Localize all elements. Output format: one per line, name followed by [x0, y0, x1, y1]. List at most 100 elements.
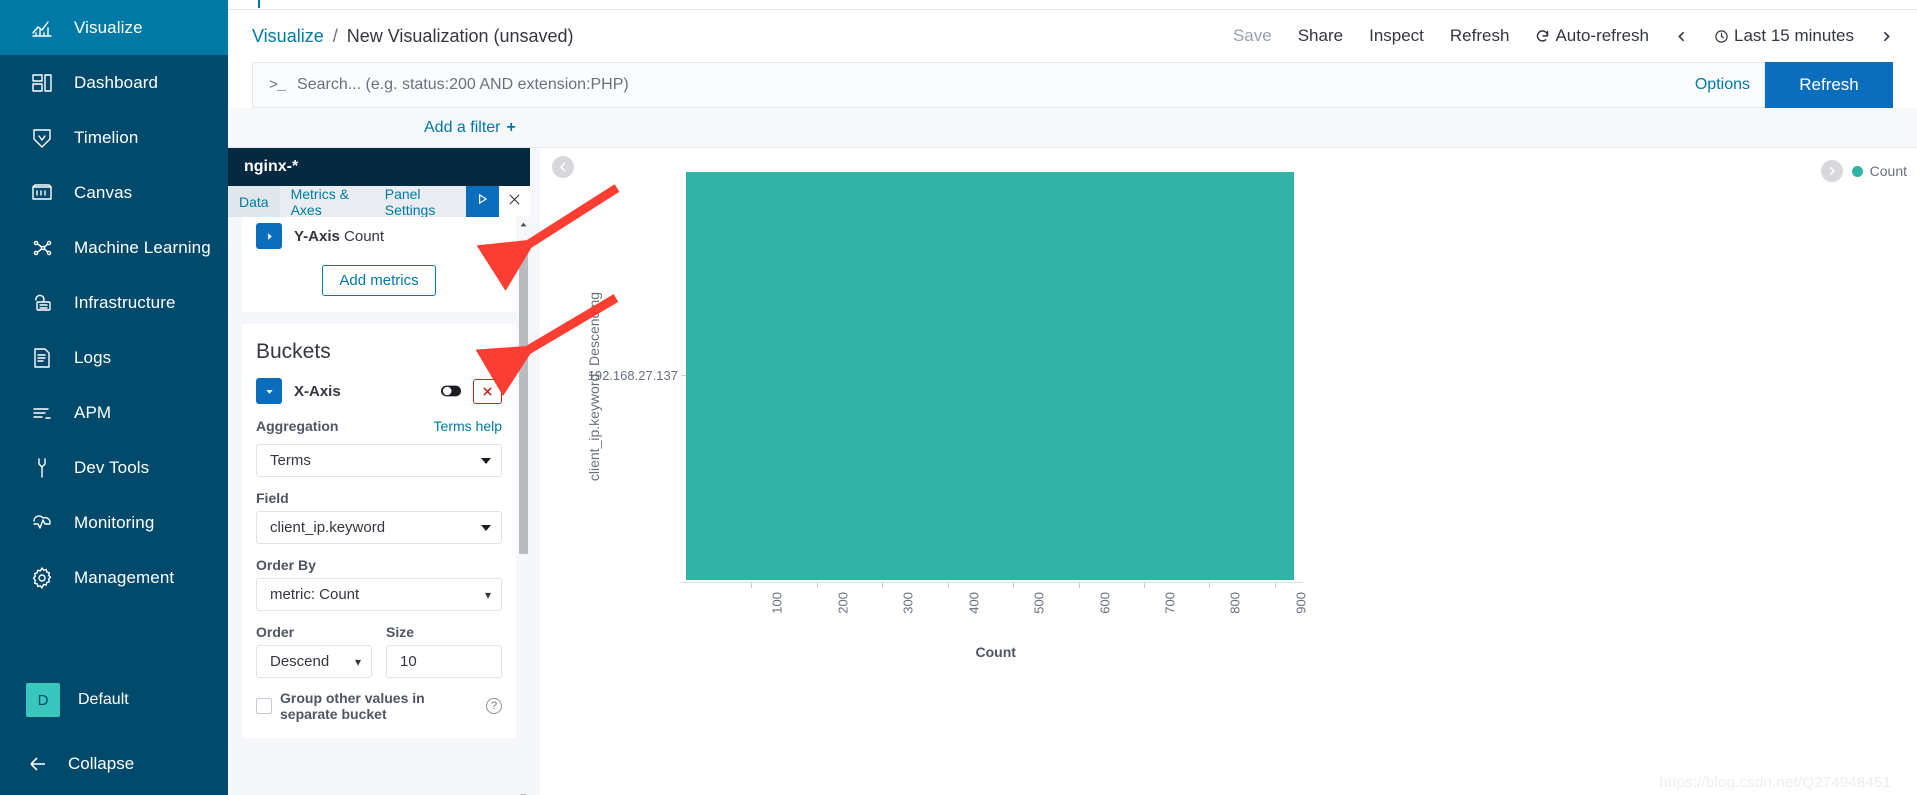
y-axis-value: Count: [344, 227, 385, 245]
circle-chevron-right-icon[interactable]: [1820, 160, 1843, 182]
chevron-down-icon: ▾: [484, 587, 491, 602]
options-button[interactable]: Options: [1685, 76, 1750, 94]
share-button[interactable]: Share: [1298, 26, 1343, 46]
search-input[interactable]: [297, 76, 1673, 94]
sidebar-item-apm[interactable]: APM: [0, 385, 228, 440]
x-axis-title: Count: [975, 644, 1016, 660]
breadcrumb-root[interactable]: Visualize: [252, 26, 324, 47]
legend-color-swatch: [1851, 165, 1863, 177]
caret-down-icon[interactable]: [516, 789, 530, 795]
apm-icon: [30, 401, 54, 425]
watermark: https://blog.csdn.net/Q274948451: [1659, 774, 1891, 791]
time-next-button[interactable]: [1880, 28, 1893, 45]
query-bar: >_ Options Refresh: [228, 62, 1917, 108]
terms-help-link[interactable]: Terms help: [434, 418, 502, 434]
sidebar-item-monitoring[interactable]: Monitoring: [0, 495, 228, 550]
apply-changes-button[interactable]: [466, 186, 499, 217]
top-strip: [228, 0, 1917, 10]
time-prev-button[interactable]: [1675, 28, 1688, 45]
sidebar-item-label: Dashboard: [74, 72, 159, 92]
sidebar-collapse-button[interactable]: Collapse: [0, 733, 228, 795]
visualization-panel: Count client_ip.keyword: Descending 192.…: [540, 148, 1917, 795]
sidebar-item-machine-learning[interactable]: Machine Learning: [0, 220, 228, 275]
editor-tabs: Data Metrics & Axes Panel Settings: [228, 186, 530, 218]
field-select[interactable]: client_ip.keyword: [256, 511, 502, 544]
group-other-row: Group other values in separate bucket ?: [256, 690, 502, 722]
field-label: Field: [256, 490, 289, 506]
x-axis-label: X-Axis: [294, 382, 341, 400]
caret-right-icon[interactable]: [256, 223, 282, 249]
sidebar-item-dev-tools[interactable]: Dev Tools: [0, 440, 228, 495]
buckets-title: Buckets: [256, 340, 331, 363]
save-button[interactable]: Save: [1233, 26, 1272, 46]
circle-chevron-left-icon[interactable]: [552, 156, 574, 178]
sidebar-item-timelion[interactable]: Timelion: [0, 110, 228, 165]
sidebar-item-canvas[interactable]: Canvas: [0, 165, 228, 220]
x-axis-bucket-header: X-Axis: [256, 378, 502, 404]
sidebar-collapse-label: Collapse: [68, 754, 135, 773]
x-tick-mark: [751, 582, 753, 588]
time-range-label: Last 15 minutes: [1733, 26, 1854, 45]
size-input[interactable]: 10: [386, 645, 502, 678]
auto-refresh-label: Auto-refresh: [1555, 26, 1649, 45]
order-label: Order: [256, 624, 295, 640]
legend-item-count[interactable]: Count: [1851, 163, 1907, 179]
y-axis-agg-row[interactable]: Y-Axis Count: [256, 223, 502, 249]
aggregation-label-row: Aggregation Terms help: [256, 418, 502, 439]
chevron-down-icon: [481, 524, 491, 531]
caret-down-icon[interactable]: [256, 378, 282, 404]
split-resize-handle[interactable]: [530, 148, 540, 795]
sidebar-item-logs[interactable]: Logs: [0, 330, 228, 385]
play-icon: [475, 192, 489, 211]
inspect-button[interactable]: Inspect: [1369, 26, 1424, 46]
toggle-icon[interactable]: [441, 384, 461, 398]
submit-refresh-button[interactable]: Refresh: [1765, 62, 1893, 108]
add-metrics-button[interactable]: Add metrics: [322, 265, 436, 296]
y-axis-agg-label: Y-Axis Count: [294, 228, 384, 245]
prompt-icon: >_: [269, 76, 286, 94]
x-tick-label: 600: [1097, 592, 1113, 614]
aggregation-select[interactable]: Terms: [256, 444, 502, 477]
bar-0[interactable]: [686, 172, 1295, 580]
sidebar-item-infrastructure[interactable]: Infrastructure: [0, 275, 228, 330]
x-tick-label: 400: [966, 592, 982, 614]
order-select[interactable]: Descend ▾: [256, 645, 372, 678]
sidebar-item-management[interactable]: Management: [0, 550, 228, 605]
main-area: Visualize / New Visualization (unsaved) …: [228, 0, 1917, 795]
x-tick-mark: [1209, 582, 1211, 588]
close-editor-button[interactable]: [498, 186, 530, 217]
order-value: Descend: [270, 653, 330, 670]
time-range-picker[interactable]: Last 15 minutes: [1714, 26, 1854, 46]
canvas-icon: [30, 181, 54, 205]
plus-icon: +: [506, 118, 516, 136]
buckets-card: Buckets X-Axis Aggregation Terms help Te…: [242, 324, 516, 738]
editor-scrollbar-thumb[interactable]: [519, 251, 528, 554]
sidebar-item-label: Canvas: [74, 182, 133, 202]
x-tick-label: 300: [900, 592, 916, 614]
remove-x-icon[interactable]: [473, 378, 502, 404]
x-tick-label: 800: [1228, 592, 1244, 614]
group-other-checkbox[interactable]: [256, 698, 272, 714]
tab-panel-settings[interactable]: Panel Settings: [374, 186, 466, 218]
editor-scrollbar[interactable]: [516, 217, 530, 795]
auto-refresh-button[interactable]: Auto-refresh: [1535, 26, 1649, 46]
refresh-button[interactable]: Refresh: [1450, 26, 1510, 46]
sidebar-item-visualize[interactable]: Visualize: [0, 0, 228, 55]
add-filter-button[interactable]: Add a filter +: [424, 119, 516, 137]
sidebar-item-label: Management: [74, 567, 175, 587]
tab-metrics-axes[interactable]: Metrics & Axes: [280, 186, 374, 218]
space-selector[interactable]: D Default: [0, 667, 228, 733]
x-tick-label: 700: [1162, 592, 1178, 614]
order-by-select[interactable]: metric: Count ▾: [256, 578, 502, 611]
arrow-left-icon: [26, 752, 50, 776]
space-label: Default: [78, 691, 129, 708]
management-icon: [30, 566, 54, 590]
sidebar-item-label: Monitoring: [74, 512, 155, 532]
plot-area: client_ip.keyword: Descending 192.168.27…: [540, 148, 1917, 795]
y-tick-label: 192.168.27.137: [587, 368, 678, 383]
caret-up-icon[interactable]: [516, 217, 530, 231]
search-box[interactable]: >_ Options: [252, 62, 1765, 108]
sidebar-item-dashboard[interactable]: Dashboard: [0, 55, 228, 110]
tab-data[interactable]: Data: [228, 186, 280, 217]
question-icon[interactable]: ?: [486, 698, 502, 714]
